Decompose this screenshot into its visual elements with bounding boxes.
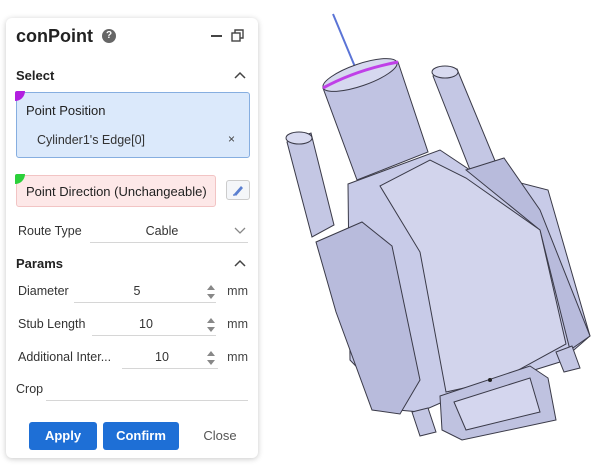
point-position-selector[interactable]: Point Position Cylinder1's Edge[0] × [15,91,250,158]
panel-header: conPoint ? [16,26,248,48]
chevron-up-icon[interactable] [234,258,246,268]
params-section-header[interactable]: Params [16,256,248,274]
chevron-down-icon[interactable] [234,227,246,235]
select-section-title: Select [16,68,55,83]
edit-direction-button[interactable] [226,180,250,200]
stub-length-input[interactable]: 10 [92,317,200,331]
additional-inter-unit: mm [227,350,248,364]
stub-length-unit: mm [227,317,248,331]
point-direction-selector: Point Direction (Unchangeable) [15,174,216,207]
left-pin [286,132,335,238]
additional-inter-label: Additional Inter... [18,350,112,364]
selected-edge-item[interactable]: Cylinder1's Edge[0] [37,133,145,147]
diameter-stepper-icon[interactable] [206,282,216,302]
route-type-row: Route Type Cable [16,221,248,243]
point-position-label: Point Position [26,103,106,118]
minimize-icon[interactable] [211,35,222,37]
pencil-icon [233,186,243,196]
confirm-button[interactable]: Confirm [103,422,179,450]
panel-title: conPoint [16,26,93,46]
help-icon[interactable]: ? [102,29,116,43]
conpoint-panel: conPoint ? Select Point Position Cylinde… [6,18,258,458]
stub-length-label: Stub Length [18,317,86,331]
position-marker-icon [15,91,25,101]
restore-window-icon[interactable] [231,29,244,42]
close-button[interactable]: Close [190,422,250,450]
select-section-header[interactable]: Select [16,68,248,86]
additional-inter-row: Additional Inter... 10 mm [16,347,248,369]
diameter-input[interactable]: 5 [74,284,200,298]
diameter-unit: mm [227,284,248,298]
additional-inter-input[interactable]: 10 [122,350,202,364]
diameter-row: Diameter 5 mm [16,281,248,303]
stub-length-stepper-icon[interactable] [206,315,216,335]
point-direction-label: Point Direction (Unchangeable) [26,184,207,199]
diameter-label: Diameter [18,284,69,298]
apply-button[interactable]: Apply [29,422,97,450]
stub-length-row: Stub Length 10 mm [16,314,248,336]
direction-marker-icon [15,174,25,184]
crop-label: Crop [16,382,44,396]
route-type-label: Route Type [18,224,82,238]
route-type-select[interactable]: Cable [94,224,230,238]
chevron-up-icon[interactable] [234,70,246,80]
crop-row: Crop [16,379,248,401]
additional-inter-stepper-icon[interactable] [206,348,216,368]
remove-edge-icon[interactable]: × [228,132,235,146]
params-section-title: Params [16,256,63,271]
